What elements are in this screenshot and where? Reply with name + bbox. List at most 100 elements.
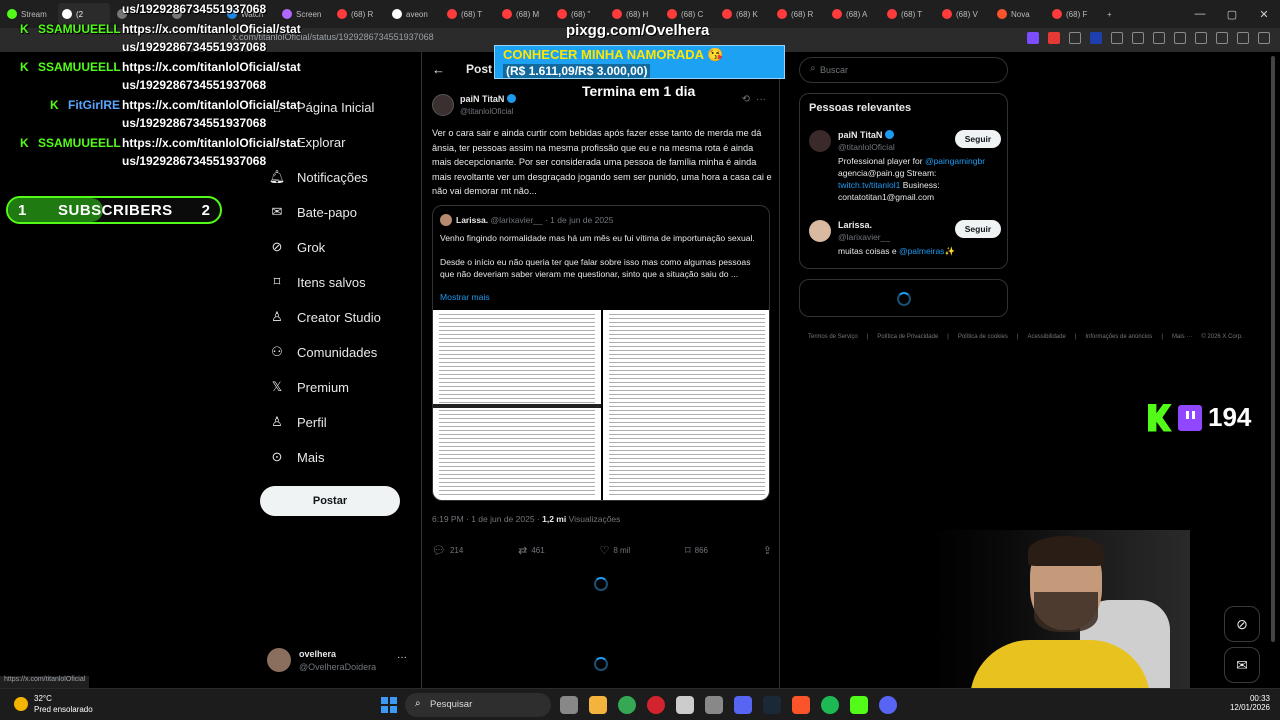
extension-icon[interactable]	[1132, 32, 1144, 44]
taskbar-app-icon[interactable]	[763, 696, 781, 714]
sidebar-item-bate-papo[interactable]: ✉ Bate-papo	[268, 203, 357, 221]
browser-tab[interactable]: (68) M	[498, 3, 550, 25]
sidebar-item-itens-salvos[interactable]: ⌑ Itens salvos	[268, 273, 366, 291]
taskbar-app-icon[interactable]	[618, 696, 636, 714]
footer-link[interactable]: Termos de Serviço	[808, 334, 858, 340]
author-handle[interactable]: @titanlolOficial	[460, 107, 513, 116]
bio-link[interactable]: @palmeiras	[899, 246, 944, 256]
tab-label: (68) R	[351, 9, 374, 19]
more-icon: ⊙	[271, 449, 283, 464]
footer-link[interactable]: Mais ···	[1172, 334, 1192, 340]
grok-icon[interactable]: ⟲	[742, 94, 750, 105]
footer-link[interactable]: Política de Privacidade	[877, 334, 938, 340]
avatar[interactable]	[432, 94, 454, 116]
person-name[interactable]: Larissa.	[838, 220, 872, 230]
footer-link[interactable]: Política de cookies	[958, 334, 1008, 340]
browser-tab[interactable]: (68) R	[773, 3, 825, 25]
minimize-icon[interactable]: —	[1184, 0, 1216, 28]
avatar[interactable]	[809, 130, 831, 152]
bio-link[interactable]: twitch.tv/titanlol1	[838, 180, 900, 190]
taskbar-app-icon[interactable]	[850, 696, 868, 714]
taskbar-app-icon[interactable]	[589, 696, 607, 714]
follow-button[interactable]: Seguir	[955, 220, 1001, 238]
taskbar-app-icon[interactable]	[792, 696, 810, 714]
grok-float-button[interactable]: ⊘	[1224, 606, 1260, 642]
sidebar-item-notificações[interactable]: 🔔︎ Notificações	[268, 168, 368, 186]
sidebar-item-perfil[interactable]: ♙ Perfil	[268, 413, 326, 431]
browser-tab[interactable]: (68) A	[828, 3, 880, 25]
scrollbar-thumb[interactable]	[1271, 56, 1275, 642]
document-image[interactable]	[603, 310, 769, 500]
browser-tab[interactable]: (68) V	[938, 3, 990, 25]
person-card[interactable]: Larissa. @larixavier__ Seguir muitas coi…	[809, 220, 1001, 260]
bio-link[interactable]: @paingamingbr	[925, 156, 985, 166]
tab-favicon-icon	[282, 9, 292, 19]
sidebar-item-creator-studio[interactable]: ♙ Creator Studio	[268, 308, 381, 326]
taskbar-app-icon[interactable]	[560, 696, 578, 714]
avatar[interactable]	[809, 220, 831, 242]
author-name[interactable]: paiN TitaN	[460, 94, 504, 104]
new-tab-button[interactable]: +	[1103, 3, 1123, 25]
sidebar-icon[interactable]	[1174, 32, 1186, 44]
account-switcher[interactable]: ovelhera @OvelheraDoidera ···	[267, 646, 417, 676]
taskbar-app-icon[interactable]	[821, 696, 839, 714]
sidebar-item-grok[interactable]: ⊘ Grok	[268, 238, 326, 256]
back-arrow-icon[interactable]: ←	[432, 62, 445, 77]
menu-icon[interactable]	[1258, 32, 1270, 44]
extension-icon[interactable]	[1069, 32, 1081, 44]
share-button[interactable]: ⇪	[763, 542, 772, 558]
person-card[interactable]: paiN TitaN @titanlolOficial Seguir Profe…	[809, 130, 1001, 202]
reply-count: 214	[449, 545, 464, 555]
quoted-post[interactable]: Larissa. @larixavier__ · 1 de jun de 202…	[432, 205, 770, 501]
tab-label: (68) F	[1066, 9, 1088, 19]
sidebar-item-mais[interactable]: ⊙ Mais	[268, 448, 325, 466]
footer-link[interactable]: © 2026 X Corp.	[1201, 334, 1242, 340]
extension-icon[interactable]	[1090, 32, 1102, 44]
bookmark-button[interactable]: ⌑ 866	[685, 542, 708, 558]
more-dots-icon[interactable]: ···	[397, 652, 407, 663]
tab-label: (68) V	[956, 9, 978, 19]
show-more-link[interactable]: Mostrar mais	[440, 292, 490, 302]
windows-start-icon[interactable]	[381, 697, 397, 713]
browser-tab[interactable]: (68) R	[333, 3, 385, 25]
messages-float-button[interactable]: ✉	[1224, 647, 1260, 683]
taskbar-app-icon[interactable]	[705, 696, 723, 714]
vpn-icon[interactable]	[1237, 32, 1249, 44]
post-timestamp[interactable]: 6:19 PM · 1 de jun de 2025 ·	[432, 514, 542, 524]
sidebar-item-comunidades[interactable]: ⚇ Comunidades	[268, 343, 377, 361]
browser-tab[interactable]: aveon	[388, 3, 440, 25]
quote-images[interactable]	[433, 310, 769, 500]
extension-icon[interactable]	[1111, 32, 1123, 44]
close-window-icon[interactable]: ✕	[1248, 0, 1280, 28]
like-button[interactable]: ♡ 8 mil	[599, 542, 630, 558]
reply-button[interactable]: 💬︎ 214	[432, 542, 463, 558]
post-button[interactable]: Postar	[260, 486, 400, 516]
browser-tab[interactable]: Nova	[993, 3, 1045, 25]
extension-icon[interactable]	[1027, 32, 1039, 44]
person-name[interactable]: paiN TitaN	[838, 130, 882, 140]
follow-button[interactable]: Seguir	[955, 130, 1001, 148]
footer-link[interactable]: Acessibilidade	[1027, 334, 1065, 340]
more-icon[interactable]: ···	[756, 94, 766, 105]
browser-tab[interactable]: (68) F	[1048, 3, 1100, 25]
taskbar-app-icon[interactable]	[647, 696, 665, 714]
search-field[interactable]: ⌕ Buscar	[799, 57, 1008, 83]
taskbar-app-icon[interactable]	[879, 696, 897, 714]
scrollbar[interactable]	[1270, 56, 1276, 646]
system-clock[interactable]: 00:33 12/01/2026	[1228, 694, 1270, 712]
wallet-icon[interactable]	[1195, 32, 1207, 44]
sidebar-item-premium[interactable]: 𝕏 Premium	[268, 378, 349, 396]
footer-link[interactable]: Informações de anúncios	[1085, 334, 1152, 340]
repost-button[interactable]: ⇄ 461	[518, 542, 545, 558]
browser-tab[interactable]: (68) K	[718, 3, 770, 25]
taskbar-search[interactable]: ⌕ Pesquisar	[405, 693, 551, 717]
browser-tab[interactable]: (68) T	[443, 3, 495, 25]
document-image[interactable]	[433, 310, 601, 500]
browser-tab[interactable]: (68) T	[883, 3, 935, 25]
taskbar-app-icon[interactable]	[676, 696, 694, 714]
maximize-icon[interactable]: ▢	[1216, 0, 1248, 28]
leo-icon[interactable]	[1216, 32, 1228, 44]
taskbar-app-icon[interactable]	[734, 696, 752, 714]
music-icon[interactable]	[1153, 32, 1165, 44]
extension-icon[interactable]	[1048, 32, 1060, 44]
